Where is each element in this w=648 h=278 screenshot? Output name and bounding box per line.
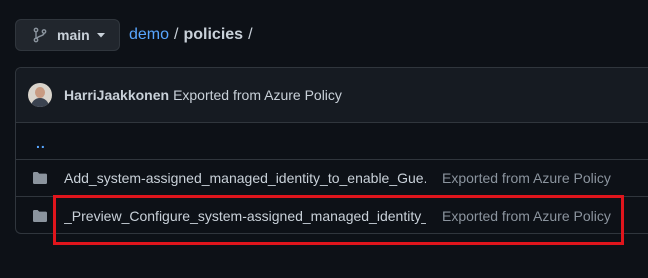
list-item: _Preview_Configure_system-assigned_manag… bbox=[16, 197, 648, 233]
breadcrumb: demo / policies / bbox=[129, 26, 258, 44]
folder-icon bbox=[32, 208, 48, 224]
file-commit-message-link[interactable]: Exported from Azure Policy bbox=[442, 208, 611, 224]
commit-author-link[interactable]: HarriJaakkonen bbox=[64, 87, 169, 103]
breadcrumb-repo-link[interactable]: demo bbox=[129, 26, 169, 44]
breadcrumb-separator: / bbox=[174, 26, 179, 43]
file-name-link[interactable]: Add_system-assigned_managed_identity_to_… bbox=[64, 170, 426, 186]
parent-directory-row: .. bbox=[16, 123, 648, 160]
list-item: Add_system-assigned_managed_identity_to_… bbox=[16, 160, 648, 197]
git-branch-icon bbox=[32, 27, 48, 43]
file-name-link[interactable]: _Preview_Configure_system-assigned_manag… bbox=[64, 208, 426, 224]
branch-selector-button[interactable]: main bbox=[15, 19, 120, 51]
breadcrumb-current-folder: policies bbox=[183, 26, 244, 43]
file-list: HarriJaakkonen Exported from Azure Polic… bbox=[15, 67, 648, 234]
breadcrumb-trailing-separator: / bbox=[248, 26, 253, 43]
branch-name: main bbox=[57, 27, 90, 43]
folder-icon bbox=[32, 170, 48, 186]
caret-down-icon bbox=[96, 32, 105, 38]
avatar[interactable] bbox=[28, 83, 52, 107]
toolbar: main demo / policies / bbox=[15, 19, 258, 51]
parent-directory-link[interactable]: .. bbox=[36, 135, 46, 151]
commit-message-link[interactable]: Exported from Azure Policy bbox=[173, 87, 342, 103]
latest-commit-row: HarriJaakkonen Exported from Azure Polic… bbox=[16, 68, 648, 123]
file-commit-message-link[interactable]: Exported from Azure Policy bbox=[442, 170, 611, 186]
